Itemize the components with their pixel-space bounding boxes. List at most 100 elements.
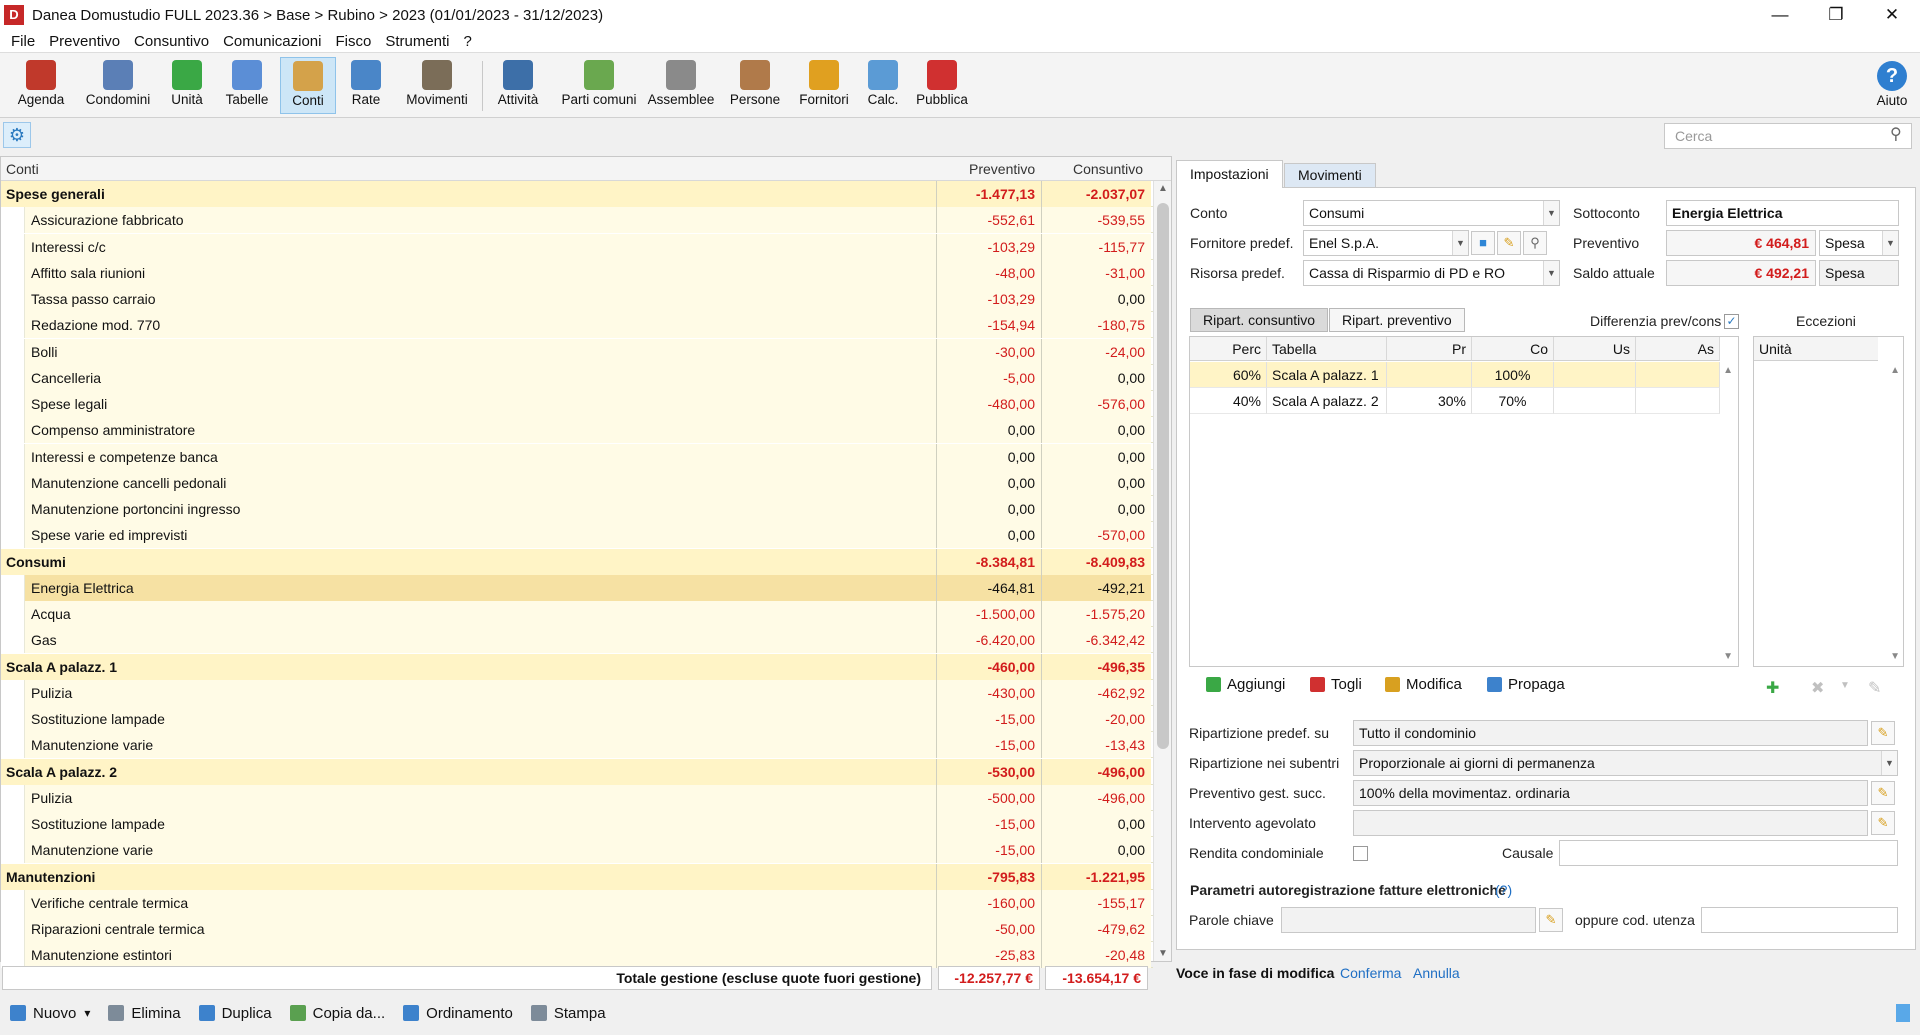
- rendita-checkbox[interactable]: [1353, 846, 1368, 861]
- copy-from-button[interactable]: Copia da...: [289, 1005, 385, 1022]
- account-row[interactable]: Bolli -30,00 -24,00: [1, 338, 1153, 365]
- toolbar-people-button[interactable]: Persone: [722, 57, 788, 114]
- menu-file[interactable]: File: [4, 33, 42, 50]
- new-button[interactable]: Nuovo ▾: [10, 1005, 90, 1022]
- account-row[interactable]: Interessi c/c -103,29 -115,77: [1, 233, 1153, 260]
- account-group-row[interactable]: Scala A palazz. 1 -460,00 -496,35: [1, 653, 1153, 680]
- toolbar-movements-button[interactable]: Movimenti: [396, 57, 478, 114]
- account-row[interactable]: Sostituzione lampade -15,00 -20,00: [1, 706, 1153, 732]
- account-row[interactable]: Manutenzione portoncini ingresso 0,00 0,00: [1, 496, 1153, 522]
- toolbar-installments-button[interactable]: Rate: [346, 57, 386, 114]
- settings-button[interactable]: ⚙: [3, 122, 31, 148]
- tab-movimenti[interactable]: Movimenti: [1284, 163, 1376, 187]
- preventivo-amount[interactable]: € 464,81: [1666, 230, 1816, 256]
- differenzia-checkbox[interactable]: ✓: [1724, 314, 1739, 329]
- rip-cell-as[interactable]: [1636, 388, 1720, 414]
- account-row[interactable]: Compenso amministratore 0,00 0,00: [1, 417, 1153, 444]
- account-row[interactable]: Redazione mod. 770 -154,94 -180,75: [1, 312, 1153, 339]
- rip-cell-co[interactable]: 70%: [1472, 388, 1554, 414]
- account-row[interactable]: Manutenzione cancelli pedonali 0,00 0,00: [1, 469, 1153, 496]
- fornitore-select[interactable]: Enel S.p.A. ▼: [1303, 230, 1469, 256]
- rip-cell-as[interactable]: [1636, 362, 1720, 388]
- minimize-button[interactable]: —: [1752, 0, 1808, 30]
- rip-header-as[interactable]: As: [1636, 337, 1720, 361]
- supplier-card-icon[interactable]: ■: [1471, 231, 1495, 255]
- account-group-row[interactable]: Manutenzioni -795,83 -1.221,95: [1, 863, 1153, 890]
- toolbar-suppliers-button[interactable]: Fornitori: [796, 57, 852, 114]
- menu-help[interactable]: ?: [457, 33, 479, 50]
- add-rip-button[interactable]: Aggiungi: [1206, 676, 1285, 693]
- cod-utenza-input[interactable]: [1701, 907, 1898, 933]
- account-row[interactable]: Riparazioni centrale termica -50,00 -479,6…: [1, 916, 1153, 942]
- menu-preventivo[interactable]: Preventivo: [42, 33, 127, 50]
- chevron-down-icon[interactable]: ▼: [1840, 680, 1850, 691]
- edit-supplier-icon[interactable]: ✎: [1497, 231, 1521, 255]
- conto-select[interactable]: Consumi ▼: [1303, 200, 1560, 226]
- rip-header-co[interactable]: Co: [1472, 337, 1554, 361]
- preventivo-type-select[interactable]: Spesa ▼: [1819, 230, 1899, 256]
- menu-comunicazioni[interactable]: Comunicazioni: [216, 33, 328, 50]
- menu-strumenti[interactable]: Strumenti: [378, 33, 456, 50]
- print-button[interactable]: Stampa: [530, 1005, 606, 1022]
- edit-rip-button[interactable]: Modifica: [1385, 676, 1462, 693]
- account-row[interactable]: Spese legali -480,00 -576,00: [1, 391, 1153, 417]
- params-help-link[interactable]: (?): [1495, 877, 1512, 903]
- sottoconto-field[interactable]: Energia Elettrica: [1666, 200, 1899, 226]
- account-row[interactable]: Verifiche centrale termica -160,00 -155,17: [1, 889, 1153, 916]
- remove-unit-icon[interactable]: ✖: [1811, 678, 1824, 698]
- maximize-button[interactable]: ❐: [1808, 0, 1864, 30]
- search-supplier-icon[interactable]: ⚲: [1523, 231, 1547, 255]
- account-row[interactable]: Tassa passo carraio -103,29 0,00: [1, 286, 1153, 312]
- rip-cell-tabella[interactable]: Scala A palazz. 2: [1267, 388, 1387, 414]
- scroll-down-icon[interactable]: ▼: [1157, 948, 1169, 959]
- rip-cell-co[interactable]: 100%: [1472, 362, 1554, 388]
- toolbar-accounts-button[interactable]: Conti: [280, 57, 336, 114]
- account-row[interactable]: Affitto sala riunioni -48,00 -31,00: [1, 259, 1153, 286]
- edit-parole-icon[interactable]: ✎: [1539, 908, 1563, 932]
- rip-header-pr[interactable]: Pr: [1387, 337, 1472, 361]
- account-row[interactable]: Energia Elettrica -464,81 -492,21: [1, 574, 1153, 601]
- search-icon[interactable]: ⚲: [1890, 127, 1906, 143]
- account-row[interactable]: Gas -6.420,00 -6.342,42: [1, 627, 1153, 654]
- duplicate-button[interactable]: Duplica: [198, 1005, 272, 1022]
- menu-consuntivo[interactable]: Consuntivo: [127, 33, 216, 50]
- rip-cell-us[interactable]: [1554, 362, 1636, 388]
- tab-impostazioni[interactable]: Impostazioni: [1176, 160, 1283, 188]
- scroll-up-icon[interactable]: ▲: [1890, 365, 1900, 376]
- propagate-rip-button[interactable]: Propaga: [1487, 676, 1565, 693]
- scroll-up-icon[interactable]: ▲: [1157, 183, 1169, 194]
- causale-input[interactable]: [1559, 840, 1898, 866]
- rip-header-perc[interactable]: Perc: [1190, 337, 1267, 361]
- toolbar-meetings-button[interactable]: Assemblee: [646, 57, 716, 114]
- scroll-down-icon[interactable]: ▼: [1890, 651, 1900, 662]
- edit-rip-predef-icon[interactable]: ✎: [1871, 721, 1895, 745]
- toolbar-globe-button[interactable]: Pubblica: [912, 57, 972, 114]
- account-row[interactable]: Pulizia -430,00 -462,92: [1, 679, 1153, 706]
- grid-scrollbar[interactable]: ▲ ▼: [1153, 181, 1171, 961]
- search-input[interactable]: Cerca ⚲: [1664, 123, 1912, 149]
- toolbar-table-button[interactable]: Tabelle: [222, 57, 272, 114]
- menu-fisco[interactable]: Fisco: [328, 33, 378, 50]
- sort-button[interactable]: Ordinamento: [403, 1005, 513, 1022]
- account-row[interactable]: Manutenzione varie -15,00 -13,43: [1, 732, 1153, 759]
- account-row[interactable]: Cancelleria -5,00 0,00: [1, 364, 1153, 391]
- add-unit-icon[interactable]: ✚: [1766, 678, 1779, 698]
- rip-header-tabella[interactable]: Tabella: [1267, 337, 1387, 361]
- confirm-link[interactable]: Conferma: [1340, 965, 1401, 981]
- account-row[interactable]: Manutenzione varie -15,00 0,00: [1, 837, 1153, 864]
- header-conti[interactable]: Conti: [6, 157, 39, 181]
- ripart-preventivo-button[interactable]: Ripart. preventivo: [1329, 308, 1465, 332]
- edit-intervento-icon[interactable]: ✎: [1871, 811, 1895, 835]
- rip-cell-pr[interactable]: 30%: [1387, 388, 1472, 414]
- rip-header-us[interactable]: Us: [1554, 337, 1636, 361]
- account-group-row[interactable]: Scala A palazz. 2 -530,00 -496,00: [1, 758, 1153, 785]
- toolbar-calculator-button[interactable]: Calc.: [862, 57, 904, 114]
- rip-cell-perc[interactable]: 60%: [1190, 362, 1267, 388]
- remove-rip-button[interactable]: Togli: [1310, 676, 1362, 693]
- trash-button[interactable]: Elimina: [108, 1005, 181, 1022]
- rip-cell-us[interactable]: [1554, 388, 1636, 414]
- edit-prev-succ-icon[interactable]: ✎: [1871, 781, 1895, 805]
- rip-sub-select[interactable]: Proporzionale ai giorni di permanenza ▼: [1353, 750, 1898, 776]
- rip-cell-perc[interactable]: 40%: [1190, 388, 1267, 414]
- account-row[interactable]: Assicurazione fabbricato -552,61 -539,55: [1, 207, 1153, 234]
